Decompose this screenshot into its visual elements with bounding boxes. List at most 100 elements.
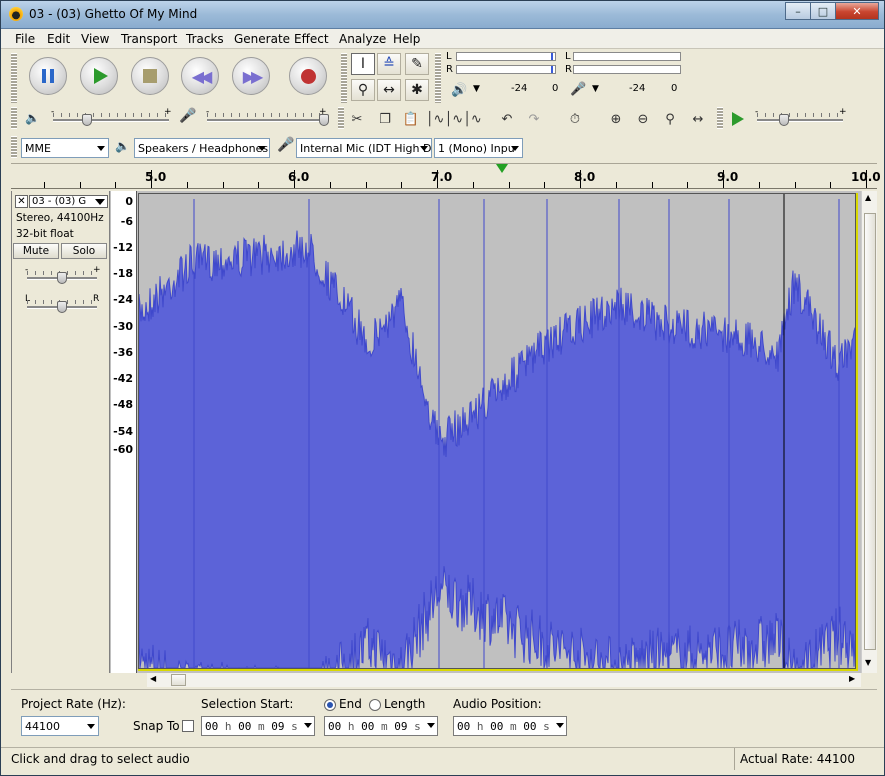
waveform-display[interactable] <box>138 193 856 669</box>
db-label: -54 <box>113 425 133 438</box>
db-label: -36 <box>113 346 133 359</box>
output-volume-thumb[interactable] <box>82 114 92 126</box>
fit-selection-button[interactable]: ⚲ <box>658 107 682 131</box>
stop-button[interactable] <box>131 57 169 95</box>
toolbar-grip[interactable] <box>338 107 344 129</box>
redo-button[interactable]: ↷ <box>522 107 546 131</box>
playback-speed-thumb[interactable] <box>779 114 789 126</box>
menu-generate[interactable]: Generate <box>234 32 290 46</box>
multi-tool-button[interactable]: ✱ <box>405 79 429 101</box>
meter-l-label: L <box>446 51 452 62</box>
horizontal-scroll-thumb[interactable] <box>171 674 186 686</box>
menu-transport[interactable]: Transport <box>121 32 177 46</box>
chevron-down-icon[interactable]: ▼ <box>592 84 599 94</box>
track-name-menu[interactable]: 03 - (03) G <box>29 195 108 208</box>
scroll-left-icon[interactable]: ◀ <box>150 674 156 683</box>
meter-r-label: R <box>565 64 572 75</box>
ruler-tick <box>616 182 617 188</box>
playback-meter-left[interactable] <box>456 52 556 61</box>
toolbar-grip[interactable] <box>11 53 17 103</box>
chevron-down-icon[interactable]: ▼ <box>473 84 480 94</box>
track-pan-thumb[interactable] <box>57 301 67 313</box>
toolbar-grip[interactable] <box>341 53 347 103</box>
horizontal-scrollbar[interactable]: ◀ ▶ <box>147 673 861 687</box>
paste-button[interactable]: 📋 <box>399 107 423 131</box>
draw-tool-button[interactable]: ✎ <box>405 53 429 75</box>
skip-to-end-button[interactable]: ▶▶ <box>232 57 270 95</box>
maximize-button[interactable]: □ <box>810 2 836 20</box>
menu-analyze[interactable]: Analyze <box>339 32 386 46</box>
scroll-right-icon[interactable]: ▶ <box>849 674 855 683</box>
trim-button[interactable]: │∿│ <box>425 107 453 131</box>
audio-host-select[interactable]: MME <box>21 138 109 158</box>
input-channels-select[interactable]: 1 (Mono) Inpu <box>434 138 523 158</box>
mute-button[interactable]: Mute <box>13 243 59 259</box>
output-volume-slider[interactable] <box>53 119 169 122</box>
track-close-button[interactable]: ✕ <box>15 195 28 208</box>
track-gain-thumb[interactable] <box>57 272 67 284</box>
trim-icon: │∿│ <box>425 111 453 127</box>
cut-button[interactable]: ✂ <box>345 107 369 131</box>
audio-position-label: Audio Position: <box>453 697 542 711</box>
scroll-down-icon[interactable]: ▼ <box>865 658 871 667</box>
toolbar-grip[interactable] <box>717 107 723 129</box>
silence-button[interactable]: ∿│∿ <box>452 107 482 131</box>
toolbar-area: ◀◀ ▶▶ I ≙ ✎ ⚲ ↔ ✱ L R L R 🔊 ▼ -24 0 🎤 ▼ … <box>1 49 884 161</box>
envelope-tool-button[interactable]: ≙ <box>377 53 401 75</box>
ruler-tick <box>115 182 116 188</box>
timeshift-tool-button[interactable]: ↔ <box>377 79 401 101</box>
audacity-logo-icon <box>9 7 23 21</box>
meter-scale-label: 0 <box>671 83 678 94</box>
input-device-select[interactable]: Internal Mic (IDT High D <box>296 138 432 158</box>
selection-tool-button[interactable]: I <box>351 53 375 75</box>
toolbar-grip[interactable] <box>11 107 17 129</box>
skip-to-start-button[interactable]: ◀◀ <box>181 57 219 95</box>
playback-meter-right[interactable] <box>456 65 556 74</box>
double-arrow-icon: ↔ <box>383 82 395 98</box>
input-volume-thumb[interactable] <box>319 114 329 126</box>
end-radio[interactable] <box>324 699 336 711</box>
input-volume-slider[interactable] <box>207 119 323 122</box>
menu-tracks[interactable]: Tracks <box>186 32 224 46</box>
record-meter-right[interactable] <box>573 65 681 74</box>
db-vertical-ruler[interactable]: 0 -6 -12 -18 -24 -30 -36 -42 -48 -54 -60 <box>111 191 137 673</box>
play-button[interactable] <box>80 57 118 95</box>
sync-lock-button[interactable]: ⏱ <box>563 107 587 131</box>
timeline-ruler[interactable]: 5.0 6.0 7.0 8.0 9.0 10.0 <box>11 163 881 189</box>
playback-speed-slider[interactable] <box>757 119 843 122</box>
menu-view[interactable]: View <box>81 32 109 46</box>
vertical-scroll-thumb[interactable] <box>864 213 876 650</box>
output-device-select[interactable]: Speakers / Headphones <box>134 138 270 158</box>
waveform-shape <box>139 230 855 668</box>
menu-help[interactable]: Help <box>393 32 420 46</box>
undo-icon: ↶ <box>501 111 513 127</box>
menu-effect[interactable]: Effect <box>294 32 329 46</box>
db-label: 0 <box>125 195 133 208</box>
length-radio[interactable] <box>369 699 381 711</box>
solo-button[interactable]: Solo <box>61 243 107 259</box>
scroll-up-icon[interactable]: ▲ <box>865 193 871 202</box>
project-rate-select[interactable]: 44100 <box>21 716 99 736</box>
snap-to-checkbox[interactable] <box>182 720 194 732</box>
zoom-out-button[interactable]: ⊖ <box>631 107 655 131</box>
record-button[interactable] <box>289 57 327 95</box>
zoom-tool-button[interactable]: ⚲ <box>351 79 375 101</box>
fit-project-button[interactable]: ↔ <box>686 107 710 131</box>
selection-end-time[interactable]: 00 h 00 m 09 s <box>324 716 438 736</box>
zoom-in-button[interactable]: ⊕ <box>604 107 628 131</box>
vertical-scrollbar[interactable]: ▲ ▼ <box>861 191 877 673</box>
close-window-button[interactable]: ✕ <box>835 2 879 20</box>
minimize-button[interactable]: – <box>785 2 811 20</box>
pause-button[interactable] <box>29 57 67 95</box>
record-meter-left[interactable] <box>573 52 681 61</box>
undo-button[interactable]: ↶ <box>495 107 519 131</box>
play-position-marker[interactable] <box>496 164 508 173</box>
toolbar-grip[interactable] <box>435 53 441 103</box>
toolbar-grip[interactable] <box>11 136 17 158</box>
audio-position-time[interactable]: 00 h 00 m 00 s <box>453 716 567 736</box>
selection-start-time[interactable]: 00 h 00 m 09 s <box>201 716 315 736</box>
menu-edit[interactable]: Edit <box>47 32 70 46</box>
menu-file[interactable]: File <box>15 32 35 46</box>
play-at-speed-button[interactable] <box>724 107 748 131</box>
copy-button[interactable]: ❐ <box>373 107 397 131</box>
